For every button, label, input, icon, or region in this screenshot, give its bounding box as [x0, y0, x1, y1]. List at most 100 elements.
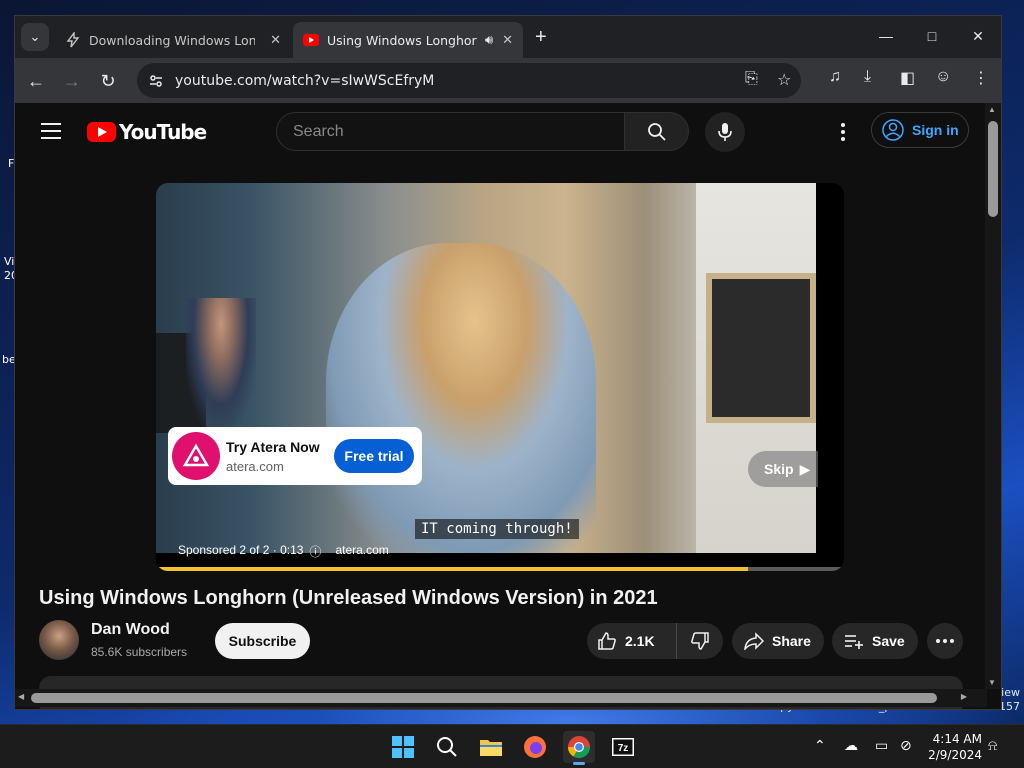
new-tab-button[interactable]: + — [535, 26, 547, 49]
address-bar[interactable]: youtube.com/watch?v=sIwWScEfryM ⎘ ☆ — [137, 63, 801, 98]
tab-title: Using Windows Longhorn ( — [327, 32, 477, 48]
chrome-icon[interactable] — [563, 731, 595, 765]
maximize-icon[interactable]: □ — [909, 16, 955, 56]
browser-toolbar: ← → ↻ youtube.com/watch?v=sIwWScEfryM ⎘ … — [15, 58, 1001, 103]
channel-info: Dan Wood 85.6K subscribers — [39, 620, 187, 660]
voice-search-button[interactable] — [705, 112, 745, 152]
youtube-wordmark: YouTube — [119, 120, 207, 144]
show-hidden-icons-chevron-icon[interactable]: ⌃ — [814, 737, 826, 754]
add-to-playlist-icon — [845, 635, 863, 649]
ad-progress-bar[interactable] — [159, 567, 844, 571]
watermark-fragment: iew — [1001, 686, 1020, 699]
scroll-down-icon[interactable]: ▼ — [988, 678, 996, 687]
ad-status-bar: Sponsored 2 of 2 · 0:13 ⓘ atera.com — [178, 543, 389, 560]
chevron-down-icon: ⌄ — [29, 29, 41, 44]
svg-text:7z: 7z — [618, 743, 629, 754]
ad-status-domain[interactable]: atera.com — [335, 543, 388, 560]
sign-in-button[interactable]: Sign in — [871, 112, 969, 148]
sign-in-label: Sign in — [912, 122, 959, 138]
video-frame[interactable]: Try Atera Now atera.com Free trial Skip … — [156, 183, 818, 553]
audio-playing-icon[interactable]: 🔊︎ — [485, 32, 493, 48]
tab-downloading-longhorn[interactable]: Downloading Windows Longhorn ✕ — [55, 22, 291, 58]
minimize-icon[interactable]: — — [863, 16, 909, 56]
back-arrow-icon[interactable]: ← — [21, 66, 51, 96]
microphone-icon — [718, 123, 732, 141]
vertical-scrollbar[interactable]: ▲ ▼ — [985, 103, 1001, 689]
start-icon[interactable] — [387, 731, 419, 763]
display-icon[interactable]: ▭ — [875, 737, 888, 754]
7zip-icon[interactable]: 7z — [607, 731, 639, 763]
youtube-masthead: YouTube Sign in — [15, 103, 987, 159]
settings-menu-icon[interactable] — [833, 120, 853, 144]
video-scene-woman — [326, 243, 596, 553]
channel-avatar[interactable] — [39, 620, 79, 660]
tab-title: Downloading Windows Longhorn — [89, 32, 255, 48]
vertical-scroll-thumb[interactable] — [988, 121, 998, 217]
profile-icon[interactable]: ☺ — [935, 68, 951, 86]
save-button[interactable]: Save — [832, 623, 918, 659]
network-disconnected-icon[interactable]: ☁ — [844, 737, 858, 754]
skip-ad-button[interactable]: Skip ▶ — [748, 451, 818, 487]
clock-time: 4:14 AM — [932, 732, 982, 746]
search-button[interactable] — [625, 112, 689, 151]
downloads-icon[interactable]: ⤓ — [864, 68, 871, 86]
youtube-page: YouTube Sign in — [15, 103, 987, 709]
side-panel-icon[interactable]: ◧ — [900, 68, 915, 88]
notifications-bell-icon[interactable]: ⍾ — [988, 737, 997, 754]
subscribe-button[interactable]: Subscribe — [215, 623, 310, 659]
bookmark-star-icon[interactable]: ☆ — [777, 70, 791, 90]
close-window-icon[interactable]: ✕ — [955, 16, 1001, 56]
ad-overlay-card[interactable]: Try Atera Now atera.com Free trial — [168, 427, 422, 485]
ad-title: Try Atera Now — [226, 438, 320, 455]
site-info-icon[interactable] — [143, 73, 169, 89]
chrome-menu-icon[interactable]: ⋮ — [973, 68, 989, 88]
url-text[interactable]: youtube.com/watch?v=sIwWScEfryM — [175, 73, 434, 89]
chrome-window: ⌄ Downloading Windows Longhorn ✕ Using W… — [14, 15, 1002, 710]
install-app-icon[interactable]: ⎘ — [745, 70, 758, 88]
file-explorer-icon[interactable] — [475, 731, 507, 763]
thumbs-up-icon — [598, 632, 616, 650]
share-arrow-icon — [744, 632, 764, 650]
firefox-icon[interactable] — [519, 731, 551, 763]
tab-search-button[interactable]: ⌄ — [21, 23, 49, 51]
thumbs-down-icon — [691, 632, 709, 650]
menu-icon[interactable] — [41, 123, 61, 144]
horizontal-scroll-thumb[interactable] — [31, 693, 937, 703]
subscriber-count: 85.6K subscribers — [91, 645, 188, 659]
close-tab-icon[interactable]: ✕ — [502, 32, 513, 48]
clock-date: 2/9/2024 — [928, 748, 982, 762]
share-button[interactable]: Share — [732, 623, 824, 659]
channel-name[interactable]: Dan Wood — [91, 621, 187, 639]
search-icon[interactable] — [431, 731, 463, 763]
save-label: Save — [872, 633, 905, 649]
ad-text: Try Atera Now atera.com — [226, 439, 320, 474]
media-controls-icon[interactable]: ♫ — [829, 68, 841, 86]
scroll-left-icon[interactable]: ◀ — [18, 692, 24, 701]
video-player[interactable]: Try Atera Now atera.com Free trial Skip … — [156, 183, 844, 571]
more-actions-button[interactable] — [927, 623, 963, 659]
reload-icon[interactable]: ↻ — [93, 66, 123, 96]
atera-logo-icon — [172, 432, 220, 480]
like-count: 2.1K — [625, 633, 655, 649]
volume-muted-icon[interactable]: ⊘ — [900, 737, 912, 754]
skip-label: Skip — [764, 461, 794, 477]
like-button[interactable]: 2.1K — [587, 623, 677, 659]
system-clock[interactable]: 4:14 AM 2/9/2024 — [926, 731, 982, 763]
horizontal-scrollbar[interactable]: ◀ ▶ — [15, 689, 987, 707]
dislike-button[interactable] — [677, 623, 723, 659]
window-controls: — □ ✕ — [863, 16, 1001, 56]
skip-next-icon: ▶ — [799, 460, 811, 477]
search-icon — [647, 122, 666, 141]
tab-youtube-video[interactable]: Using Windows Longhorn ( 🔊︎ ✕ — [293, 22, 523, 58]
forward-arrow-icon[interactable]: → — [57, 66, 87, 96]
video-title: Using Windows Longhorn (Unreleased Windo… — [39, 587, 658, 609]
search-input[interactable] — [293, 122, 613, 141]
info-icon[interactable]: ⓘ — [309, 543, 321, 560]
youtube-logo[interactable]: YouTube — [87, 120, 207, 144]
scroll-up-icon[interactable]: ▲ — [988, 105, 996, 114]
free-trial-button[interactable]: Free trial — [334, 439, 414, 473]
close-tab-icon[interactable]: ✕ — [270, 32, 281, 48]
scroll-right-icon[interactable]: ▶ — [961, 692, 967, 701]
desktop-icon-label: Vi — [4, 255, 15, 268]
tab-strip: ⌄ Downloading Windows Longhorn ✕ Using W… — [15, 16, 1001, 58]
